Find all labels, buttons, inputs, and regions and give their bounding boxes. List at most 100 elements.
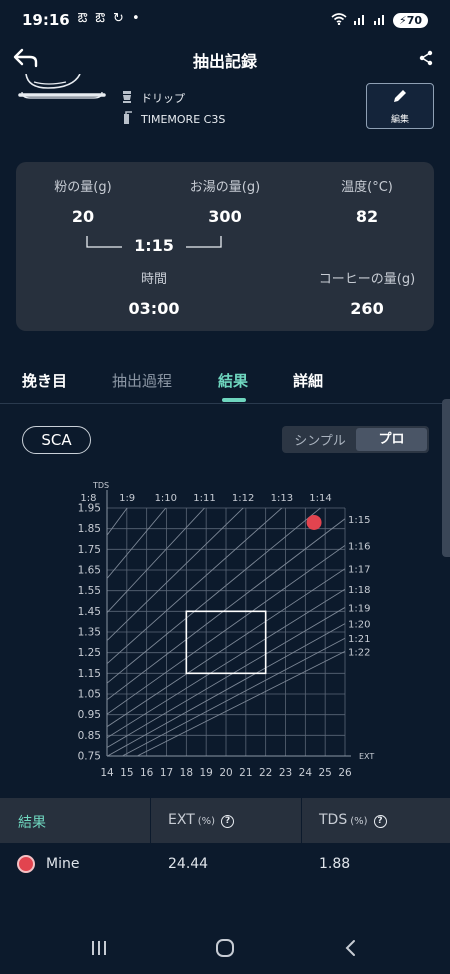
x-tick-label: 24 — [299, 767, 313, 779]
y-tick-label: 1.15 — [78, 668, 101, 680]
ratio-label: 1:10 — [155, 493, 177, 504]
ratio-label: 1:22 — [348, 647, 370, 658]
ratio-label: 1:16 — [348, 541, 370, 552]
x-tick-label: 25 — [318, 767, 331, 779]
battery-level: 70 — [406, 13, 422, 27]
y-tick-label: 0.85 — [78, 730, 101, 742]
mine-marker — [17, 855, 35, 873]
dripper-icon — [122, 90, 133, 106]
ratio-label: 1:21 — [348, 634, 370, 645]
x-tick-label: 23 — [279, 767, 292, 779]
tab-process[interactable]: 抽出過程 — [112, 370, 172, 391]
status-right: ⚡70 — [331, 12, 428, 28]
x-tick-label: 15 — [120, 767, 133, 779]
tab-grind[interactable]: 挽き目 — [22, 370, 67, 391]
table-row: Mine 24.44 1.88 — [0, 843, 450, 885]
header-tds-label: TDS — [319, 812, 348, 828]
mode-pro[interactable]: プロ — [356, 428, 427, 451]
y-tick-label: 1.55 — [78, 585, 101, 597]
ratio-label: 1:8 — [80, 493, 96, 504]
tab-result[interactable]: 結果 — [218, 370, 248, 391]
y-axis-label: TDS — [92, 481, 109, 490]
row-tds: 1.88 — [319, 856, 351, 872]
edit-label: 編集 — [390, 114, 409, 125]
brew-method: ドリップ — [122, 90, 185, 106]
x-tick-label: 26 — [338, 767, 352, 779]
data-point-mine — [306, 514, 322, 530]
header-ext-unit: (%) — [197, 816, 216, 827]
edit-button[interactable]: 編集 — [366, 83, 434, 129]
notification-icons: ఔ ఔ ↻ • — [77, 11, 142, 26]
grinder-icon — [122, 111, 133, 127]
ratio-label: 1:20 — [348, 620, 370, 631]
scroll-handle[interactable] — [442, 399, 450, 557]
mode-toggle[interactable]: シンプル プロ — [282, 426, 429, 453]
home-icon — [215, 938, 235, 962]
temperature-label: 温度(°C) — [341, 180, 393, 195]
ratio-label: 1:15 — [348, 515, 370, 526]
y-tick-label: 1.25 — [78, 647, 101, 659]
x-tick-label: 19 — [199, 767, 212, 779]
brew-time: 時間 03:00 — [99, 268, 209, 318]
page-title: 抽出記録 — [192, 52, 257, 71]
system-nav-bar — [0, 926, 450, 974]
share-icon — [418, 50, 434, 70]
ratio-label: 1:18 — [348, 585, 370, 596]
y-tick-label: 1.75 — [78, 544, 101, 556]
temperature-value: 82 — [355, 207, 379, 226]
tab-details[interactable]: 詳細 — [293, 370, 323, 391]
mode-simple[interactable]: シンプル — [284, 430, 356, 449]
header-ext-label: EXT — [168, 812, 195, 828]
header-divider — [301, 798, 302, 843]
brewing-control-chart: 14 15 16 17 18 19 20 21 22 23 24 25 26 0.75 0.85 0.95 1.… — [78, 481, 375, 779]
signal-icon-2 — [373, 13, 387, 28]
signal-icon — [353, 13, 367, 28]
x-tick-label: 16 — [140, 767, 154, 779]
row-name: Mine — [46, 856, 80, 872]
pencil-icon — [392, 88, 408, 108]
brew-time-label: 時間 — [140, 272, 167, 287]
home-button[interactable] — [210, 938, 240, 962]
back-nav-button[interactable] — [336, 938, 366, 962]
back-button[interactable] — [10, 46, 42, 74]
results-table-header: 結果 EXT (%)? TDS (%)? — [0, 798, 450, 843]
ratio-label: 1:13 — [271, 493, 293, 504]
recent-apps-icon — [90, 939, 108, 961]
back-arrow-icon — [13, 48, 39, 72]
x-tick-label: 20 — [219, 767, 232, 779]
coffee-amount: 粉の量(g) 20 — [28, 176, 138, 226]
x-tick-label: 18 — [180, 767, 193, 779]
status-bar: 19:16 ఔ ఔ ↻ • ⚡70 — [0, 0, 450, 40]
coffee-yield: コーヒーの量(g) 260 — [312, 268, 422, 318]
coffee-yield-value: 260 — [350, 299, 384, 318]
y-tick-label: 1.45 — [78, 606, 101, 618]
sca-badge[interactable]: SCA — [22, 426, 91, 454]
recent-apps-button[interactable] — [84, 938, 114, 962]
help-icon[interactable]: ? — [221, 815, 235, 828]
ratio-label: 1:12 — [232, 493, 254, 504]
x-tick-label: 22 — [259, 767, 272, 779]
brew-method-label: ドリップ — [141, 92, 185, 105]
header-tds: TDS (%)? — [319, 812, 387, 828]
share-button[interactable] — [412, 46, 440, 74]
water-amount-value: 300 — [208, 207, 242, 226]
brew-time-value: 03:00 — [128, 299, 180, 318]
y-tick-label: 1.35 — [78, 627, 101, 639]
y-tick-label: 1.95 — [78, 503, 101, 515]
coffee-amount-value: 20 — [71, 207, 95, 226]
header-tds-unit: (%) — [350, 816, 368, 827]
help-icon[interactable]: ? — [373, 815, 387, 828]
ratio-label: 1:19 — [348, 603, 370, 614]
tab-bar: 挽き目 抽出過程 結果 詳細 — [0, 360, 450, 404]
ratio-label: 1:11 — [193, 493, 215, 504]
header-divider — [150, 798, 151, 843]
y-tick-label: 0.75 — [78, 751, 101, 763]
header-result: 結果 — [18, 815, 46, 831]
x-tick-label: 14 — [100, 767, 114, 779]
y-tick-label: 1.85 — [78, 523, 101, 535]
battery-indicator: ⚡70 — [392, 12, 428, 28]
ratio-label: 1:17 — [348, 565, 370, 576]
wifi-icon — [331, 12, 347, 28]
y-tick-label: 1.05 — [78, 689, 101, 701]
x-tick-label: 17 — [160, 767, 173, 779]
